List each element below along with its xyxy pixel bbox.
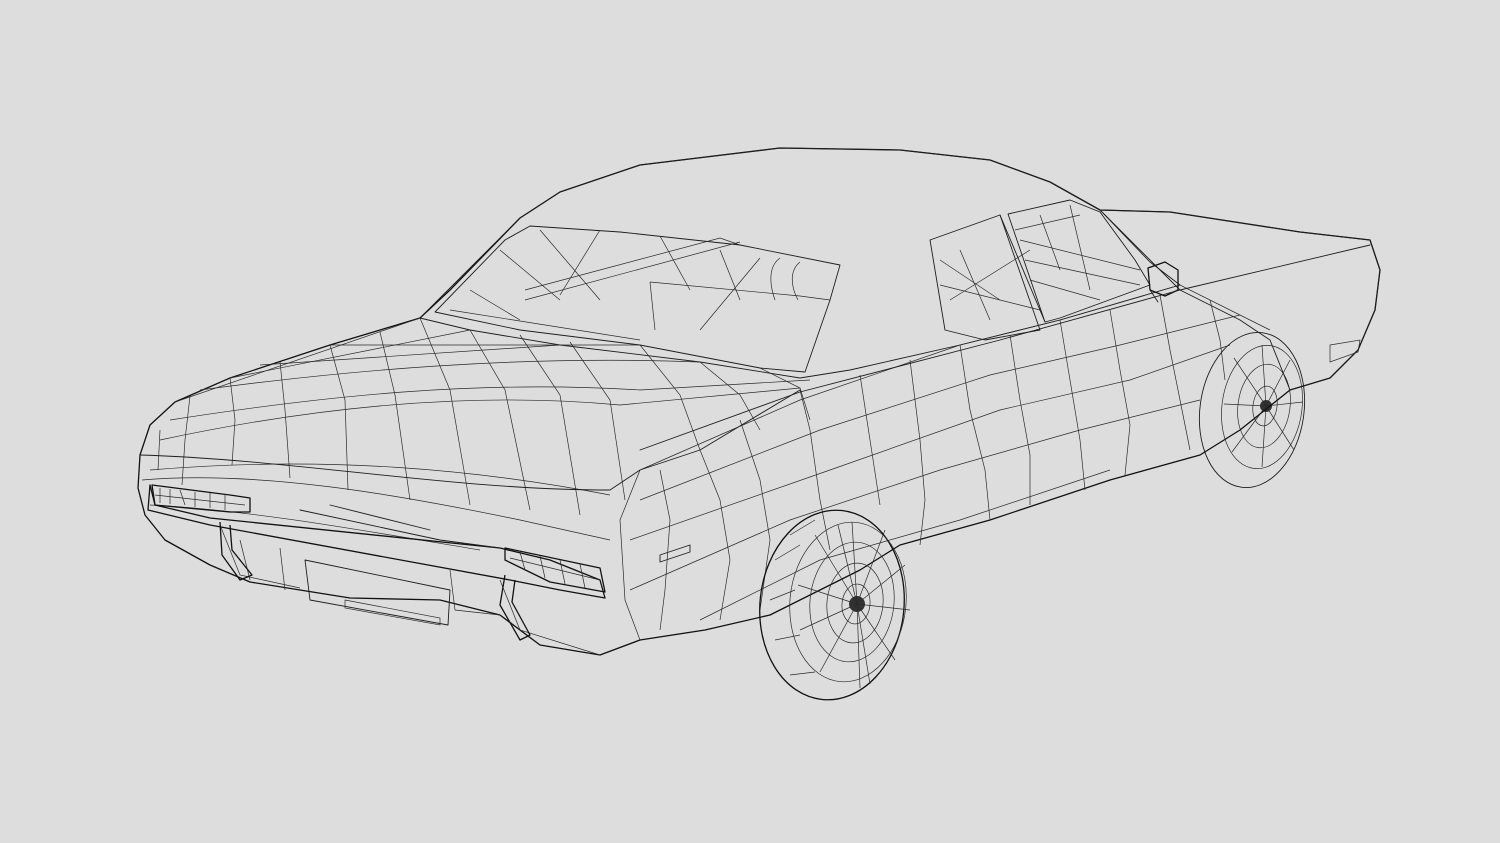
- model-viewport[interactable]: [0, 0, 1500, 843]
- side-mirror: [1147, 261, 1179, 303]
- front-fender: [1099, 209, 1381, 391]
- bumper-guard-right: [499, 574, 531, 641]
- license-plate-area: [304, 559, 451, 626]
- rear-left-wheel: [759, 509, 911, 701]
- trunk-mesh: [141, 317, 811, 551]
- roof: [419, 147, 1181, 379]
- beltline-trim: [639, 244, 1371, 451]
- side-windows: [929, 199, 1151, 341]
- tail-light-right: [504, 547, 606, 593]
- car-wireframe-model: [137, 147, 1381, 701]
- lower-valance: [219, 524, 601, 656]
- side-marker-light: [659, 544, 691, 563]
- rear-right-wheel: [1198, 331, 1306, 489]
- rear-window: [434, 225, 841, 373]
- deck-edge: [139, 389, 801, 491]
